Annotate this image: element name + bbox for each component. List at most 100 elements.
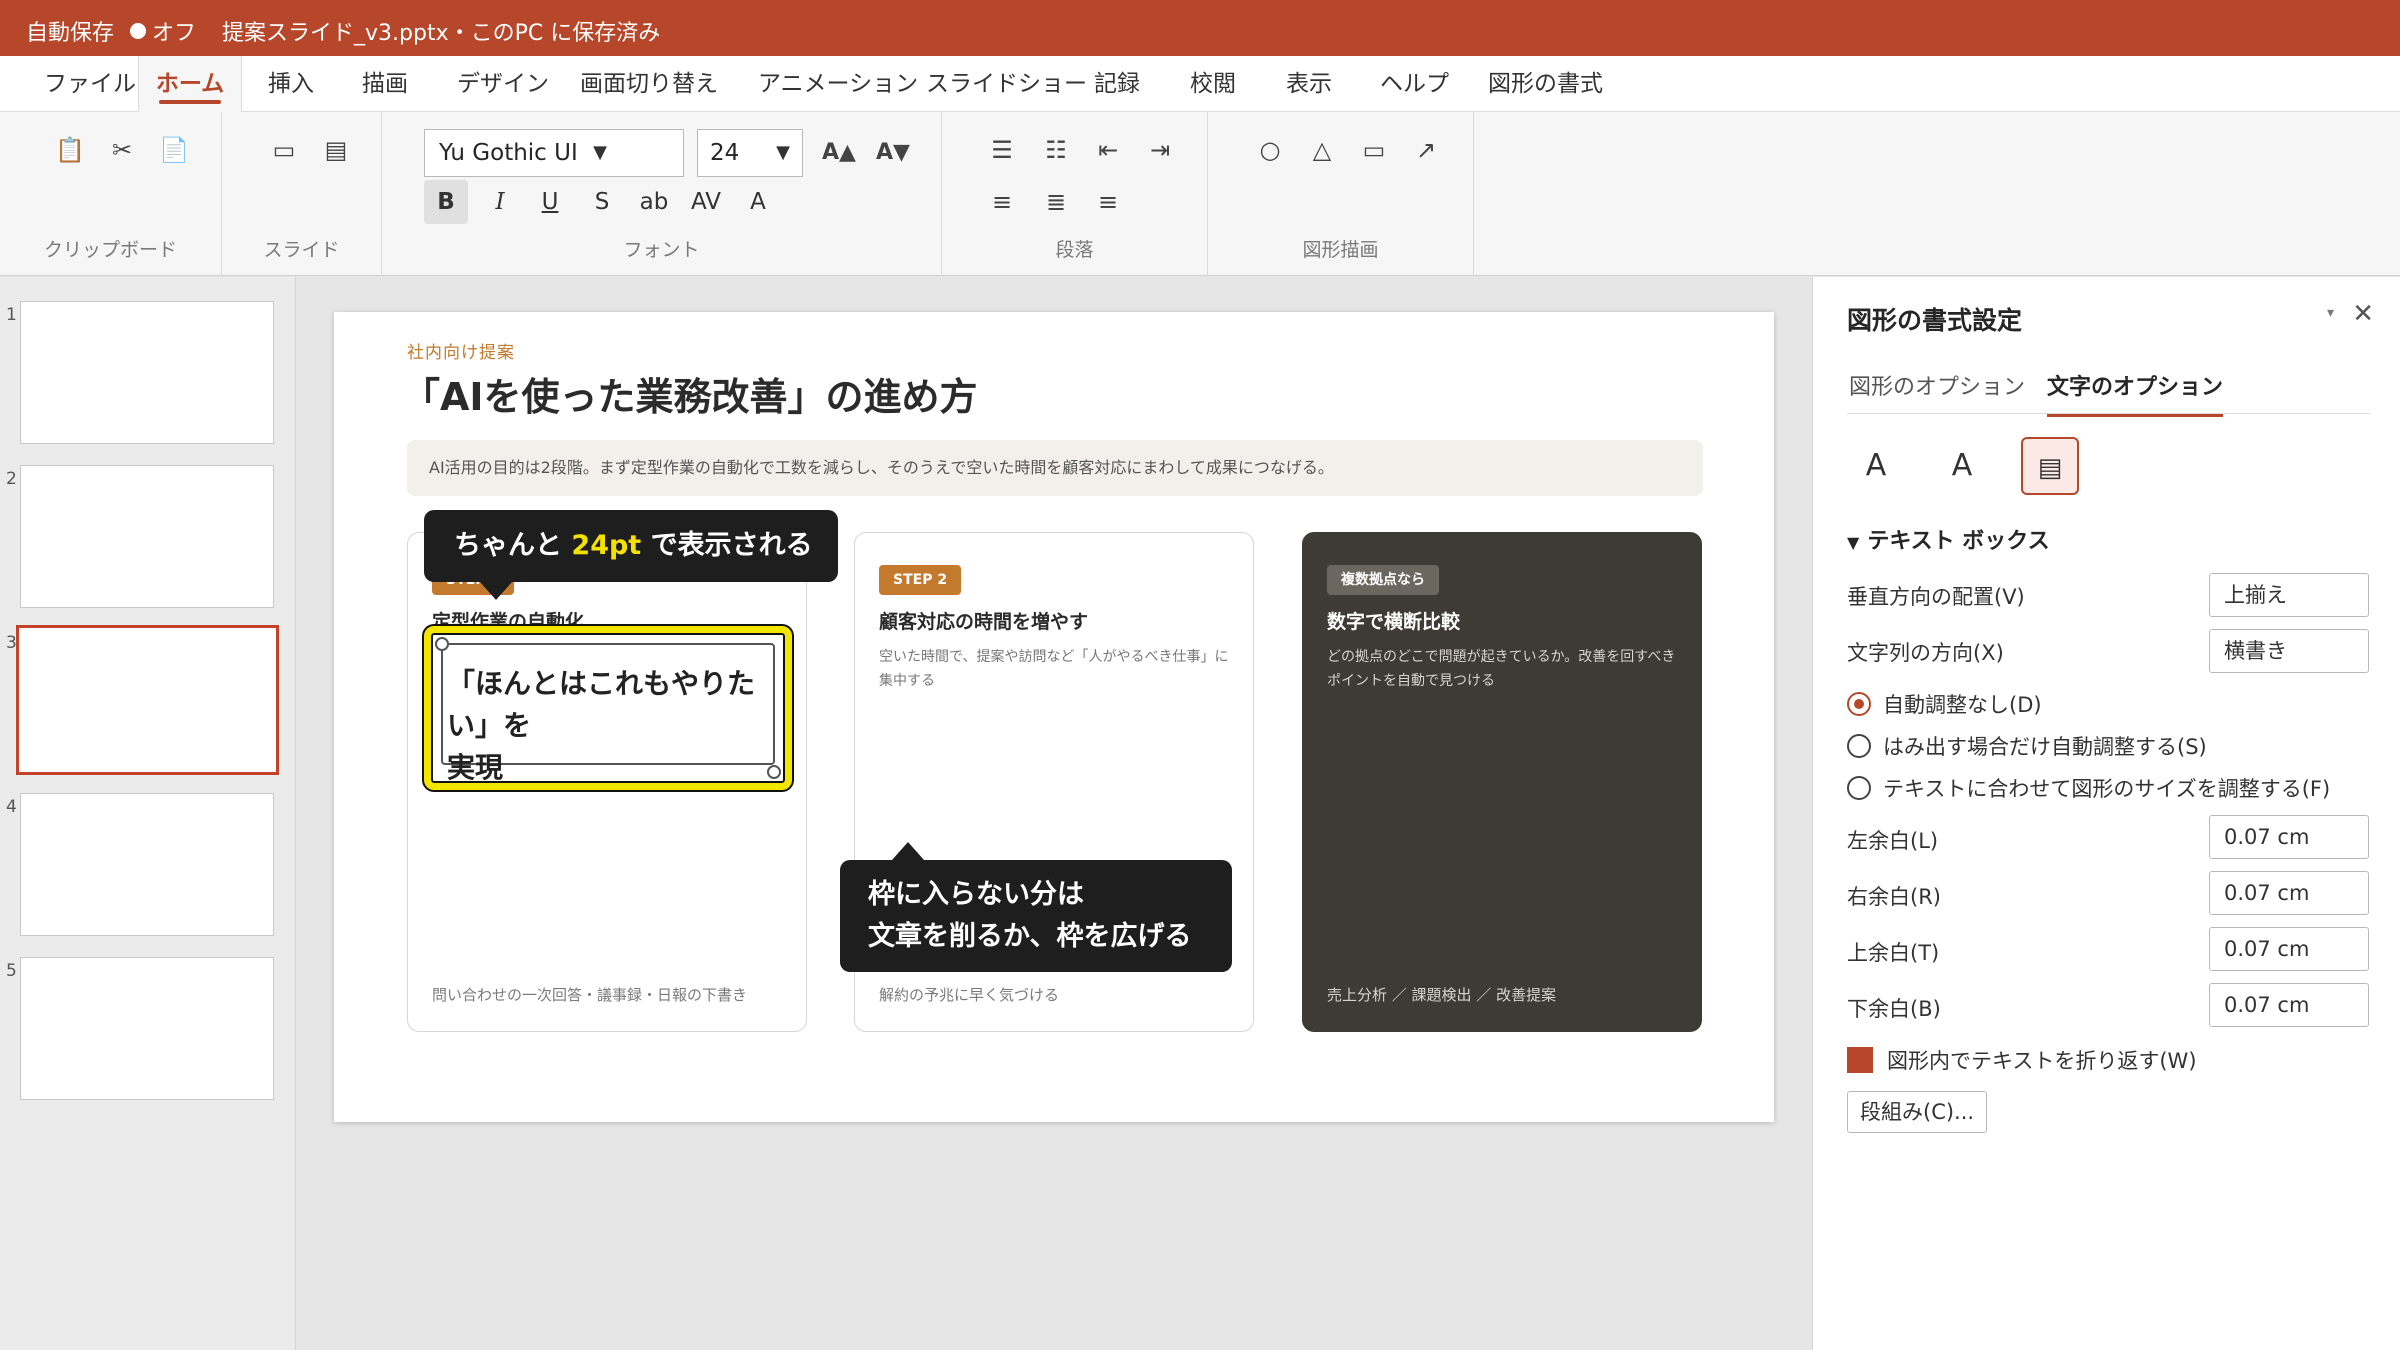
chevron-down-icon: ▼: [776, 142, 790, 163]
numbering-icon[interactable]: ☷: [1036, 130, 1076, 170]
text-box-content[interactable]: 「ほんとはこれもやりたい」を 実現: [447, 663, 785, 789]
title-bar: 自動保存 オフ 提案スライド_v3.pptx・このPC に保存済み: [0, 0, 2400, 56]
tab-view[interactable]: 表示: [1280, 56, 1338, 112]
slide-kicker: 社内向け提案: [407, 343, 515, 363]
toggle-dot-icon: [130, 23, 147, 39]
columns-button[interactable]: 段組み(C)...: [1847, 1091, 1988, 1133]
text-direction-select[interactable]: 横書き: [2209, 629, 2369, 673]
section-header[interactable]: ▼ テキスト ボックス: [1847, 523, 2050, 555]
tab-insert[interactable]: 挿入: [262, 56, 320, 112]
font-size-value: 24: [710, 140, 740, 166]
margin-bottom-input[interactable]: 0.07 cm: [2209, 983, 2369, 1027]
slide-thumbnail-1[interactable]: [20, 301, 274, 444]
group-slides: ▭ ▤ スライド: [222, 112, 382, 276]
slide-title[interactable]: 「AIを使った業務改善」の進め方: [402, 366, 978, 421]
decrease-indent-icon[interactable]: ⇤: [1088, 130, 1128, 170]
tab-file[interactable]: ファイル: [38, 56, 142, 112]
tab-draw[interactable]: 描画: [356, 56, 414, 112]
margin-right-label: 右余白(R): [1847, 885, 1941, 909]
tab-transitions[interactable]: 画面切り替え: [574, 56, 724, 112]
autofit-none-radio[interactable]: 自動調整なし(D): [1847, 689, 2042, 719]
step2-footer: 解約の予兆に早く気づける: [879, 986, 1060, 1004]
paste-icon[interactable]: 📋: [50, 130, 90, 170]
group-paragraph: ☰ ☷ ⇤ ⇥ ≡ ≣ ≡ 段落: [942, 112, 1208, 276]
font-name-select[interactable]: Yu Gothic UI ▼: [424, 129, 684, 177]
group-label-font: フォント: [623, 239, 700, 261]
slide-summary[interactable]: AI活用の目的は2段階。まず定型作業の自動化で工数を減らし、そのうえで空いた時間…: [407, 440, 1703, 496]
copy-icon[interactable]: 📄: [154, 130, 194, 170]
close-icon[interactable]: ✕: [2352, 299, 2374, 329]
align-center-icon[interactable]: ≣: [1036, 182, 1076, 222]
margin-left-label: 左余白(L): [1847, 829, 1939, 853]
grow-font-button[interactable]: A▲: [816, 133, 862, 173]
font-size-select[interactable]: 24 ▼: [697, 129, 803, 177]
tab-slideshow[interactable]: スライドショー: [920, 56, 1093, 112]
callout-highlight: 24pt: [571, 530, 642, 561]
rectangle-shape-icon[interactable]: ▭: [1354, 130, 1394, 170]
cut-icon[interactable]: ✂: [102, 130, 142, 170]
slide-thumbnail-pane: 1 2 3 4 5: [0, 277, 296, 1350]
wrap-text-checkbox[interactable]: 図形内でテキストを折り返す(W): [1847, 1045, 2197, 1075]
character-spacing-button[interactable]: AV: [684, 180, 728, 224]
autosave-label: 自動保存: [26, 21, 115, 46]
tab-shape-options[interactable]: 図形のオプション: [1849, 369, 2025, 413]
slide-thumbnail-3[interactable]: [16, 625, 279, 775]
callout-text: で表示される: [641, 530, 813, 561]
pane-options-icon[interactable]: ▾: [2327, 305, 2334, 321]
margin-right-input[interactable]: 0.07 cm: [2209, 871, 2369, 915]
slide-canvas[interactable]: 社内向け提案 「AIを使った業務改善」の進め方 AI活用の目的は2段階。まず定型…: [334, 312, 1774, 1122]
textbox-layout-icon[interactable]: ▤: [2021, 437, 2079, 495]
multi-site-badge: 複数拠点なら: [1327, 565, 1439, 595]
new-slide-icon[interactable]: ▭: [264, 130, 304, 170]
underline-button[interactable]: U: [528, 180, 572, 224]
strikethrough-button[interactable]: S: [580, 180, 624, 224]
bold-button[interactable]: B: [424, 180, 468, 224]
autosave-toggle[interactable]: 自動保存 オフ: [26, 15, 196, 47]
step1-footer: 問い合わせの一次回答・議事録・日報の下書き: [432, 986, 748, 1004]
margin-bottom-label: 下余白(B): [1847, 997, 1941, 1021]
resize-handle[interactable]: [435, 637, 449, 651]
triangle-shape-icon[interactable]: △: [1302, 130, 1342, 170]
vertical-align-select[interactable]: 上揃え: [2209, 573, 2369, 617]
text-fill-icon[interactable]: A: [1847, 437, 1905, 495]
radio-selected-icon: [1847, 692, 1871, 716]
resize-handle[interactable]: [767, 765, 781, 779]
checkbox-label: 図形内でテキストを折り返す(W): [1887, 1049, 2197, 1073]
italic-button[interactable]: I: [478, 180, 522, 224]
margin-left-input[interactable]: 0.07 cm: [2209, 815, 2369, 859]
align-left-icon[interactable]: ≡: [982, 182, 1022, 222]
autofit-resize-radio[interactable]: テキストに合わせて図形のサイズを調整する(F): [1847, 773, 2330, 803]
multi-site-body: どの拠点のどこで問題が起きているか。改善を回すべきポイントを自動で見つける: [1327, 649, 1676, 689]
font-color-button[interactable]: A: [736, 180, 780, 224]
oval-shape-icon[interactable]: ○: [1250, 130, 1290, 170]
selected-text-box[interactable]: 「ほんとはこれもやりたい」を 実現: [424, 626, 792, 790]
tab-animations[interactable]: アニメーション: [752, 56, 924, 112]
text-effects-button[interactable]: ab: [632, 180, 676, 224]
collapse-triangle-icon: ▼: [1847, 533, 1860, 552]
slide-thumbnail-4[interactable]: [20, 793, 274, 936]
thumbnail-number: 2: [6, 469, 17, 489]
radio-icon: [1847, 734, 1871, 758]
bullets-icon[interactable]: ☰: [982, 130, 1022, 170]
align-right-icon[interactable]: ≡: [1088, 182, 1128, 222]
multi-site-card[interactable]: 複数拠点なら 数字で横断比較 どの拠点のどこで問題が起きているか。改善を回すべき…: [1302, 532, 1702, 1032]
tab-review[interactable]: 校閲: [1184, 56, 1242, 112]
margin-top-input[interactable]: 0.07 cm: [2209, 927, 2369, 971]
increase-indent-icon[interactable]: ⇥: [1140, 130, 1180, 170]
autofit-shrink-radio[interactable]: はみ出す場合だけ自動調整する(S): [1847, 731, 2207, 761]
shrink-font-button[interactable]: A▼: [870, 133, 916, 173]
text-direction-label: 文字列の方向(X): [1847, 641, 2004, 665]
tab-record[interactable]: 記録: [1088, 56, 1146, 112]
step2-badge: STEP 2: [879, 565, 962, 595]
layout-icon[interactable]: ▤: [316, 130, 356, 170]
tab-home[interactable]: ホーム: [138, 56, 242, 112]
text-effects-icon[interactable]: A: [1933, 437, 1991, 495]
radio-label: はみ出す場合だけ自動調整する(S): [1883, 735, 2207, 759]
tab-shape-format[interactable]: 図形の書式: [1482, 56, 1609, 112]
tab-help[interactable]: ヘルプ: [1374, 56, 1455, 112]
line-shape-icon[interactable]: ↗: [1406, 130, 1446, 170]
tab-design[interactable]: デザイン: [451, 56, 555, 112]
tab-text-options[interactable]: 文字のオプション: [2047, 369, 2224, 417]
slide-thumbnail-2[interactable]: [20, 465, 274, 608]
slide-thumbnail-5[interactable]: [20, 957, 274, 1100]
